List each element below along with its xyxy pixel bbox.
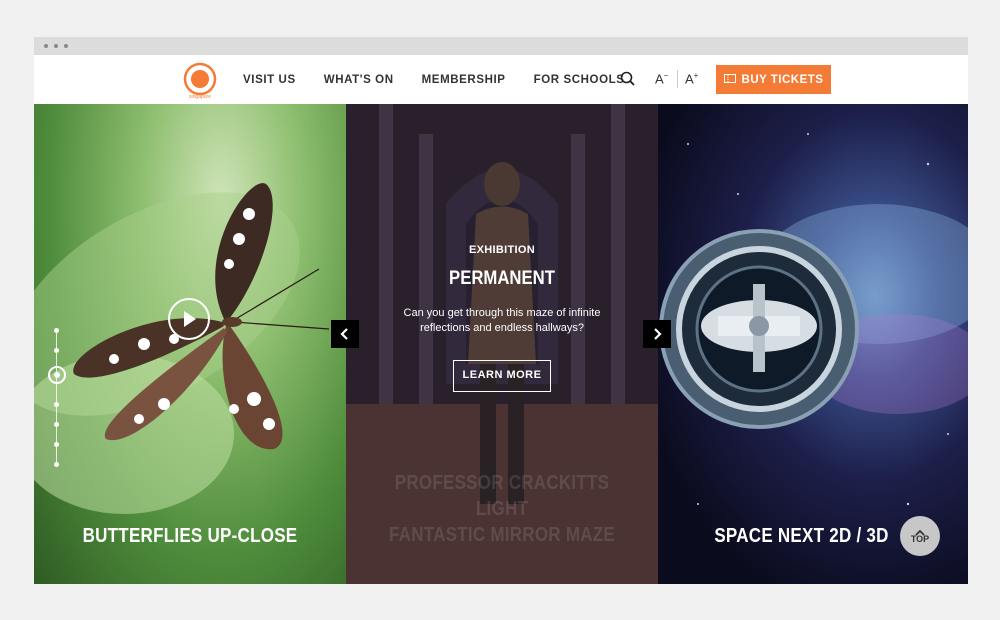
learn-more-button[interactable]: LEARN MORE: [453, 360, 551, 392]
progress-dot[interactable]: [54, 348, 59, 353]
play-video-button[interactable]: [168, 298, 210, 340]
slide-title-line: PROFESSOR CRACKITTS LIGHT: [394, 472, 610, 520]
slide-description: Can you get through this maze of infinit…: [403, 307, 601, 334]
slide-category: EXHIBITION: [469, 244, 535, 256]
browser-window: singapore VISIT US WHAT'S ON MEMBERSHIP …: [34, 37, 968, 584]
nav-visit-us[interactable]: VISIT US: [243, 74, 296, 86]
nav-membership[interactable]: MEMBERSHIP: [422, 74, 506, 86]
progress-dot[interactable]: [54, 462, 59, 467]
progress-dot[interactable]: [54, 402, 59, 407]
buy-tickets-button[interactable]: BUY TICKETS: [716, 65, 831, 94]
next-slide-button[interactable]: [643, 320, 671, 348]
ticket-icon: [723, 73, 736, 86]
slide-space-next[interactable]: SPACE NEXT 2D / 3D: [658, 104, 968, 584]
slide-mirror-maze[interactable]: EXHIBITION PERMANENT Can you get through…: [346, 104, 658, 584]
progress-dot-active[interactable]: [48, 366, 66, 384]
svg-text:singapore: singapore: [189, 94, 211, 100]
space-station-image: [659, 133, 968, 506]
slide-info: EXHIBITION PERMANENT Can you get through…: [346, 244, 658, 392]
previous-slide-button[interactable]: [331, 320, 359, 348]
butterfly-image: [34, 183, 330, 514]
slide-title: BUTTERFLIES UP-CLOSE: [82, 525, 298, 547]
site-header: singapore VISIT US WHAT'S ON MEMBERSHIP …: [34, 55, 968, 104]
browser-chrome: [34, 37, 968, 55]
play-icon: [184, 311, 196, 327]
search-icon[interactable]: [618, 69, 638, 89]
main-nav: VISIT US WHAT'S ON MEMBERSHIP FOR SCHOOL…: [243, 55, 653, 104]
top-label: TOP: [910, 533, 930, 544]
slide-butterflies[interactable]: BUTTERFLIES UP-CLOSE: [34, 104, 346, 584]
chevron-right-icon: [654, 328, 662, 340]
science-centre-logo[interactable]: singapore: [182, 61, 218, 101]
progress-dot[interactable]: [54, 442, 59, 447]
font-small-label: A: [655, 71, 664, 87]
slide-title: PROFESSOR CRACKITTS LIGHT FANTASTIC MIRR…: [369, 470, 634, 548]
slide-progress: [48, 328, 66, 467]
hero-carousel: BUTTERFLIES UP-CLOSE EXHIBITION PERMANEN…: [34, 104, 968, 584]
font-size-divider: [677, 70, 678, 88]
nav-for-schools[interactable]: FOR SCHOOLS: [534, 74, 625, 86]
decrease-font-button[interactable]: A−: [655, 71, 668, 86]
nav-whats-on[interactable]: WHAT'S ON: [324, 74, 394, 86]
increase-font-button[interactable]: A+: [685, 71, 698, 86]
progress-dot[interactable]: [54, 422, 59, 427]
window-dot: [54, 44, 58, 48]
back-to-top-button[interactable]: TOP: [900, 516, 940, 556]
chevron-left-icon: [340, 328, 348, 340]
window-dot: [44, 44, 48, 48]
slide-title-line: FANTASTIC MIRROR MAZE: [388, 524, 616, 546]
font-large-label: A: [685, 71, 694, 87]
window-dot: [64, 44, 68, 48]
progress-dot[interactable]: [54, 328, 59, 333]
buy-tickets-label: BUY TICKETS: [741, 73, 824, 86]
slide-headline: PERMANENT: [449, 268, 555, 289]
